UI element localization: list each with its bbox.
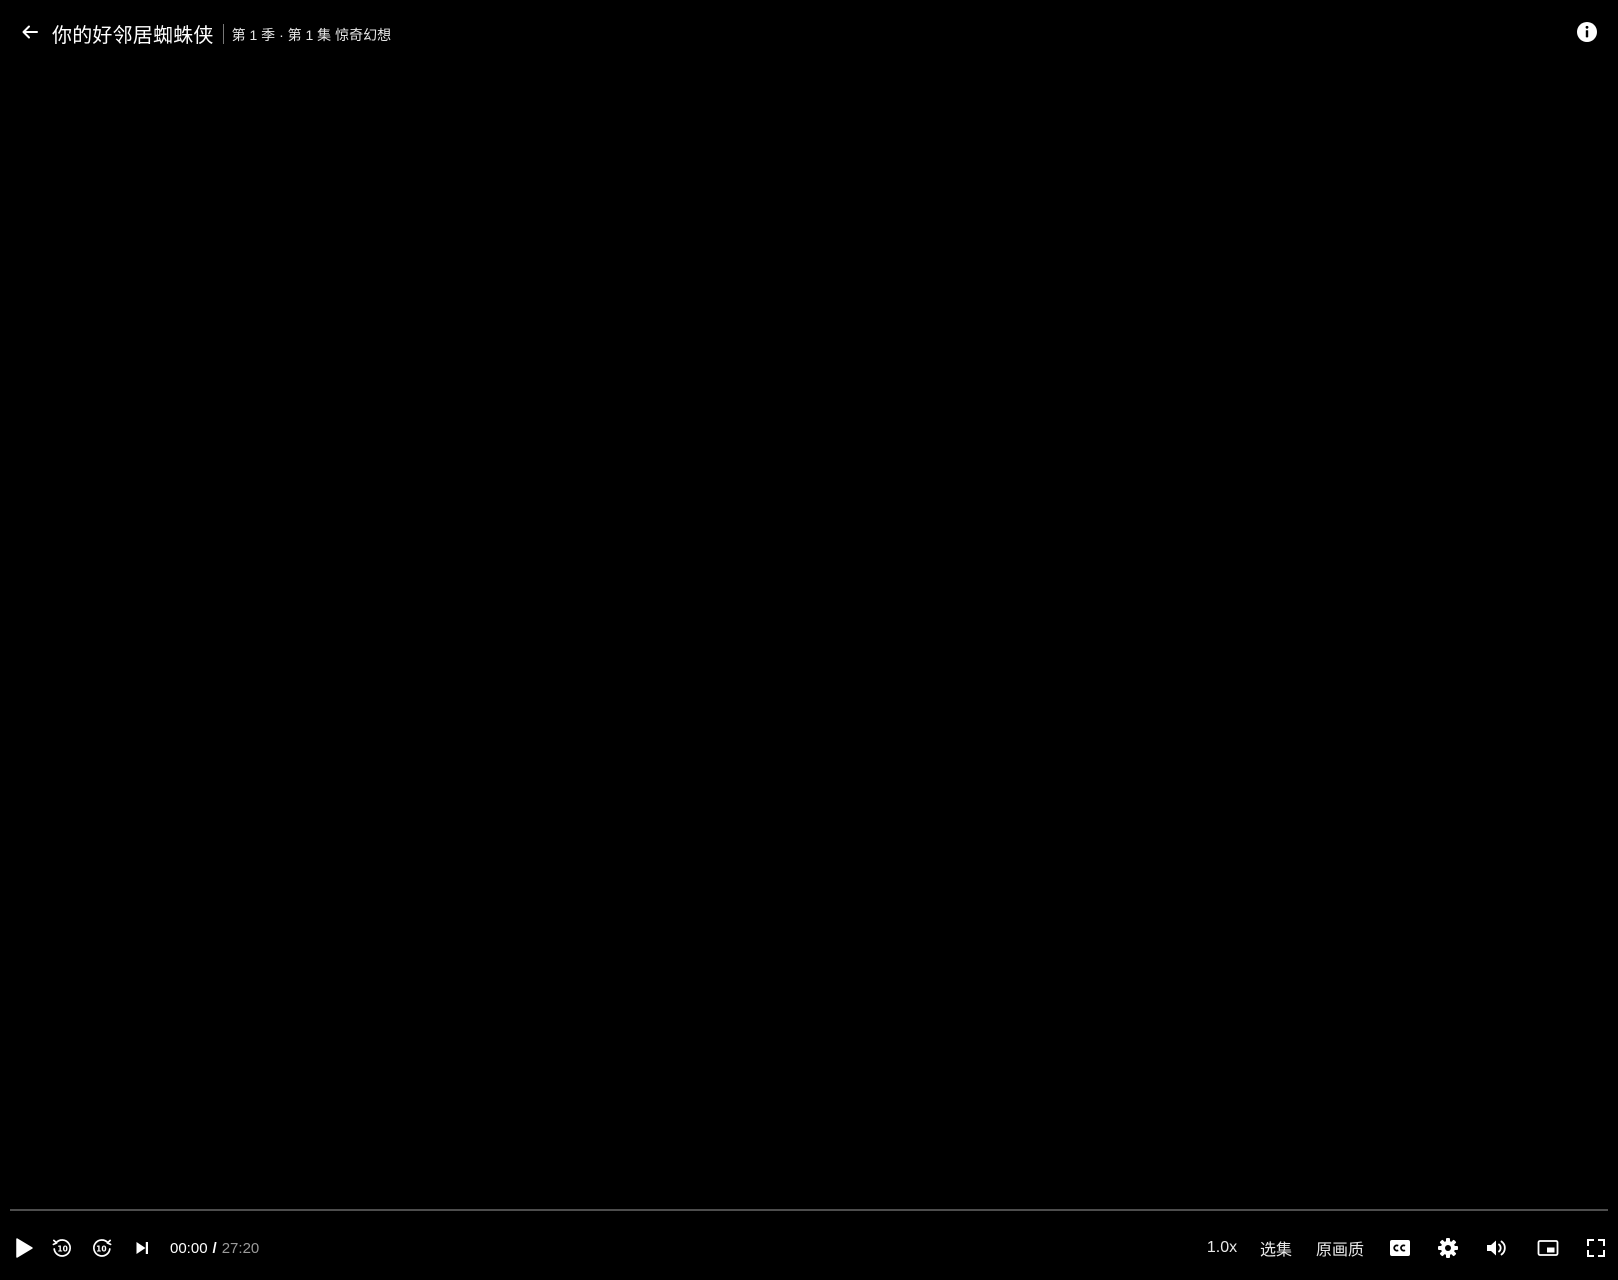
info-button[interactable] [1576,21,1598,43]
current-time: 00:00 [170,1239,208,1257]
forward-10-icon: 10 [93,1239,112,1257]
episodes-button[interactable]: 选集 [1258,1230,1294,1266]
control-bar: 10 10 00:00 / 27:20 1.0x 选集 原画质 [0,1230,1618,1266]
cc-icon [1390,1240,1410,1256]
skip-next-icon [136,1242,148,1254]
top-bar: 你的好邻居蜘蛛侠 第 1 季 · 第 1 集 惊奇幻想 [0,0,1618,70]
svg-text:10: 10 [57,1245,67,1254]
time-separator: / [212,1239,217,1257]
title-group: 你的好邻居蜘蛛侠 第 1 季 · 第 1 集 惊奇幻想 [52,18,391,48]
fullscreen-icon [1587,1239,1605,1257]
progress-track [10,1209,1608,1211]
rewind-10-icon: 10 [52,1239,71,1257]
picture-in-picture-button[interactable] [1535,1230,1561,1266]
play-icon [16,1238,33,1258]
show-title: 你的好邻居蜘蛛侠 [52,24,214,47]
svg-text:10: 10 [96,1245,106,1254]
rewind-10-button[interactable]: 10 [50,1230,74,1266]
episode-info: 第 1 季 · 第 1 集 惊奇幻想 [231,27,392,43]
back-button[interactable] [18,20,42,44]
settings-button[interactable] [1435,1230,1461,1266]
progress-bar[interactable] [10,1208,1608,1212]
fullscreen-button[interactable] [1583,1230,1609,1266]
forward-10-button[interactable]: 10 [90,1230,114,1266]
info-circle-icon [1577,22,1597,42]
gear-icon [1438,1238,1458,1258]
play-button[interactable] [10,1230,38,1266]
next-episode-button[interactable] [130,1230,154,1266]
arrow-left-icon [22,25,38,39]
title-divider [222,24,224,44]
video-player[interactable]: 你的好邻居蜘蛛侠 第 1 季 · 第 1 集 惊奇幻想 10 10 00:00 … [0,0,1618,1280]
volume-icon [1487,1240,1506,1256]
volume-button[interactable] [1484,1230,1510,1266]
speed-button[interactable]: 1.0x [1202,1230,1242,1266]
total-time: 27:20 [221,1239,260,1257]
quality-button[interactable]: 原画质 [1313,1230,1367,1266]
subtitles-button[interactable] [1387,1230,1413,1266]
picture-in-picture-icon [1537,1240,1559,1256]
time-display: 00:00 / 27:20 [170,1230,259,1266]
